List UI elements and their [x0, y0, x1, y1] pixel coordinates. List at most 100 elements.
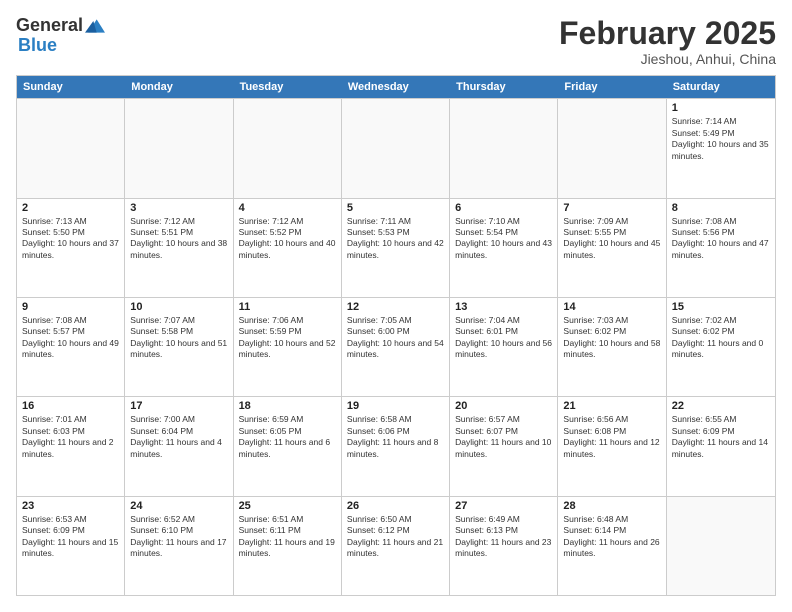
calendar-week-3: 9 Sunrise: 7:08 AM Sunset: 5:57 PM Daylig…	[17, 297, 775, 396]
cal-cell-1-2	[125, 99, 233, 197]
day-number: 13	[455, 301, 552, 313]
day-number: 19	[347, 400, 444, 412]
cal-cell-5-5: 27 Sunrise: 6:49 AM Sunset: 6:13 PM Dayli…	[450, 497, 558, 595]
logo: General Blue	[16, 16, 105, 56]
day-number: 28	[563, 500, 660, 512]
logo-general: General	[16, 16, 83, 36]
calendar-week-1: 1 Sunrise: 7:14 AM Sunset: 5:49 PM Daylig…	[17, 98, 775, 197]
day-number: 21	[563, 400, 660, 412]
cal-cell-3-6: 14Sunrise: 7:03 AM Sunset: 6:02 PM Dayli…	[558, 298, 666, 396]
cal-cell-2-5: 6 Sunrise: 7:10 AM Sunset: 5:54 PM Daylig…	[450, 199, 558, 297]
day-info: Sunrise: 6:51 AM Sunset: 6:11 PM Dayligh…	[239, 514, 336, 560]
cal-cell-5-3: 25 Sunrise: 6:51 AM Sunset: 6:11 PM Dayli…	[234, 497, 342, 595]
calendar: SundayMondayTuesdayWednesdayThursdayFrid…	[16, 75, 776, 596]
day-number: 9	[22, 301, 119, 313]
cal-cell-3-1: 9 Sunrise: 7:08 AM Sunset: 5:57 PM Daylig…	[17, 298, 125, 396]
header-day-monday: Monday	[125, 76, 233, 98]
cal-cell-4-2: 17 Sunrise: 7:00 AM Sunset: 6:04 PM Dayli…	[125, 397, 233, 495]
header-day-thursday: Thursday	[450, 76, 558, 98]
calendar-week-2: 2 Sunrise: 7:13 AM Sunset: 5:50 PM Daylig…	[17, 198, 775, 297]
day-info: Sunrise: 7:08 AM Sunset: 5:56 PM Dayligh…	[672, 216, 770, 262]
cal-cell-3-2: 10Sunrise: 7:07 AM Sunset: 5:58 PM Dayli…	[125, 298, 233, 396]
calendar-body: 1 Sunrise: 7:14 AM Sunset: 5:49 PM Daylig…	[17, 98, 775, 595]
header-day-wednesday: Wednesday	[342, 76, 450, 98]
cal-cell-4-3: 18 Sunrise: 6:59 AM Sunset: 6:05 PM Dayli…	[234, 397, 342, 495]
calendar-week-4: 16Sunrise: 7:01 AM Sunset: 6:03 PM Dayli…	[17, 396, 775, 495]
day-info: Sunrise: 7:06 AM Sunset: 5:59 PM Dayligh…	[239, 315, 336, 361]
day-info: Sunrise: 7:10 AM Sunset: 5:54 PM Dayligh…	[455, 216, 552, 262]
day-number: 10	[130, 301, 227, 313]
day-info: Sunrise: 6:55 AM Sunset: 6:09 PM Dayligh…	[672, 414, 770, 460]
day-info: Sunrise: 7:14 AM Sunset: 5:49 PM Dayligh…	[672, 116, 770, 162]
cal-cell-5-2: 24 Sunrise: 6:52 AM Sunset: 6:10 PM Dayli…	[125, 497, 233, 595]
page: General Blue February 2025 Jieshou, Anhu…	[0, 0, 792, 612]
month-year-title: February 2025	[559, 16, 776, 51]
day-info: Sunrise: 7:04 AM Sunset: 6:01 PM Dayligh…	[455, 315, 552, 361]
day-info: Sunrise: 6:50 AM Sunset: 6:12 PM Dayligh…	[347, 514, 444, 560]
day-number: 20	[455, 400, 552, 412]
day-info: Sunrise: 6:52 AM Sunset: 6:10 PM Dayligh…	[130, 514, 227, 560]
cal-cell-4-6: 21 Sunrise: 6:56 AM Sunset: 6:08 PM Dayli…	[558, 397, 666, 495]
day-info: Sunrise: 7:08 AM Sunset: 5:57 PM Dayligh…	[22, 315, 119, 361]
cal-cell-5-4: 26Sunrise: 6:50 AM Sunset: 6:12 PM Dayli…	[342, 497, 450, 595]
cal-cell-5-6: 28 Sunrise: 6:48 AM Sunset: 6:14 PM Dayli…	[558, 497, 666, 595]
day-number: 6	[455, 202, 552, 214]
cal-cell-3-3: 11 Sunrise: 7:06 AM Sunset: 5:59 PM Dayli…	[234, 298, 342, 396]
cal-cell-5-1: 23 Sunrise: 6:53 AM Sunset: 6:09 PM Dayli…	[17, 497, 125, 595]
cal-cell-3-7: 15 Sunrise: 7:02 AM Sunset: 6:02 PM Dayli…	[667, 298, 775, 396]
day-info: Sunrise: 7:00 AM Sunset: 6:04 PM Dayligh…	[130, 414, 227, 460]
day-number: 18	[239, 400, 336, 412]
day-number: 8	[672, 202, 770, 214]
cal-cell-1-6	[558, 99, 666, 197]
cal-cell-3-5: 13 Sunrise: 7:04 AM Sunset: 6:01 PM Dayli…	[450, 298, 558, 396]
day-info: Sunrise: 7:13 AM Sunset: 5:50 PM Dayligh…	[22, 216, 119, 262]
cal-cell-1-3	[234, 99, 342, 197]
day-number: 25	[239, 500, 336, 512]
day-info: Sunrise: 6:59 AM Sunset: 6:05 PM Dayligh…	[239, 414, 336, 460]
day-info: Sunrise: 7:09 AM Sunset: 5:55 PM Dayligh…	[563, 216, 660, 262]
cal-cell-2-3: 4Sunrise: 7:12 AM Sunset: 5:52 PM Daylig…	[234, 199, 342, 297]
cal-cell-4-7: 22Sunrise: 6:55 AM Sunset: 6:09 PM Dayli…	[667, 397, 775, 495]
header: General Blue February 2025 Jieshou, Anhu…	[16, 16, 776, 67]
cal-cell-3-4: 12Sunrise: 7:05 AM Sunset: 6:00 PM Dayli…	[342, 298, 450, 396]
cal-cell-4-5: 20 Sunrise: 6:57 AM Sunset: 6:07 PM Dayli…	[450, 397, 558, 495]
day-number: 24	[130, 500, 227, 512]
day-number: 14	[563, 301, 660, 313]
day-number: 15	[672, 301, 770, 313]
day-number: 16	[22, 400, 119, 412]
day-number: 3	[130, 202, 227, 214]
logo-blue: Blue	[16, 36, 105, 56]
day-info: Sunrise: 7:02 AM Sunset: 6:02 PM Dayligh…	[672, 315, 770, 361]
day-number: 11	[239, 301, 336, 313]
header-day-friday: Friday	[558, 76, 666, 98]
logo-icon	[85, 16, 105, 36]
day-info: Sunrise: 6:53 AM Sunset: 6:09 PM Dayligh…	[22, 514, 119, 560]
day-number: 2	[22, 202, 119, 214]
header-day-saturday: Saturday	[667, 76, 775, 98]
cal-cell-1-1	[17, 99, 125, 197]
cal-cell-4-4: 19Sunrise: 6:58 AM Sunset: 6:06 PM Dayli…	[342, 397, 450, 495]
day-number: 7	[563, 202, 660, 214]
day-number: 17	[130, 400, 227, 412]
header-day-tuesday: Tuesday	[234, 76, 342, 98]
cal-cell-5-7	[667, 497, 775, 595]
day-info: Sunrise: 6:49 AM Sunset: 6:13 PM Dayligh…	[455, 514, 552, 560]
day-number: 23	[22, 500, 119, 512]
day-number: 1	[672, 102, 770, 114]
day-info: Sunrise: 6:48 AM Sunset: 6:14 PM Dayligh…	[563, 514, 660, 560]
cal-cell-2-2: 3 Sunrise: 7:12 AM Sunset: 5:51 PM Daylig…	[125, 199, 233, 297]
day-info: Sunrise: 6:56 AM Sunset: 6:08 PM Dayligh…	[563, 414, 660, 460]
day-info: Sunrise: 7:12 AM Sunset: 5:52 PM Dayligh…	[239, 216, 336, 262]
header-day-sunday: Sunday	[17, 76, 125, 98]
location-subtitle: Jieshou, Anhui, China	[559, 51, 776, 67]
day-number: 12	[347, 301, 444, 313]
calendar-header: SundayMondayTuesdayWednesdayThursdayFrid…	[17, 76, 775, 98]
cal-cell-2-4: 5Sunrise: 7:11 AM Sunset: 5:53 PM Daylig…	[342, 199, 450, 297]
day-info: Sunrise: 7:11 AM Sunset: 5:53 PM Dayligh…	[347, 216, 444, 262]
day-info: Sunrise: 7:12 AM Sunset: 5:51 PM Dayligh…	[130, 216, 227, 262]
cal-cell-2-6: 7 Sunrise: 7:09 AM Sunset: 5:55 PM Daylig…	[558, 199, 666, 297]
cal-cell-2-1: 2 Sunrise: 7:13 AM Sunset: 5:50 PM Daylig…	[17, 199, 125, 297]
day-info: Sunrise: 6:57 AM Sunset: 6:07 PM Dayligh…	[455, 414, 552, 460]
title-block: February 2025 Jieshou, Anhui, China	[559, 16, 776, 67]
day-number: 27	[455, 500, 552, 512]
